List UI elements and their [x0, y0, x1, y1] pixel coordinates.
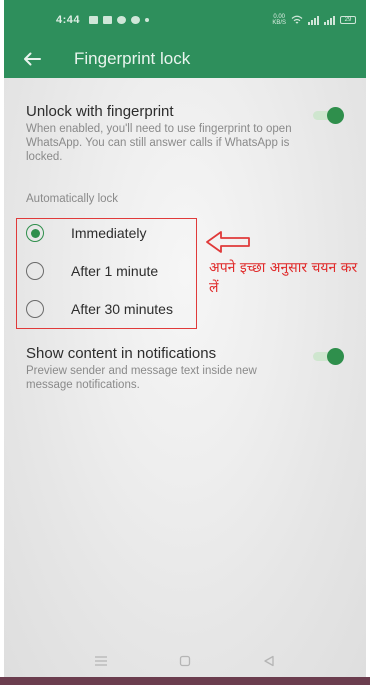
radio-label: After 1 minute [71, 263, 159, 279]
unlock-setting-description: When enabled, you'll need to use fingerp… [26, 123, 292, 163]
cloud-notification-icon [103, 16, 113, 24]
signal-icon [308, 15, 319, 25]
annotation-arrow-icon [206, 231, 250, 253]
battery-icon: 29 [340, 16, 356, 24]
radio-option-after-1-minute[interactable]: After 1 minute [26, 258, 158, 284]
page-title: Fingerprint lock [74, 49, 191, 68]
notifications-setting-title: Show content in notifications [26, 345, 217, 362]
auto-lock-section-label: Automatically lock [26, 193, 119, 205]
radio-unchecked-icon[interactable] [26, 300, 44, 318]
more-dot-icon [145, 18, 150, 22]
messenger-notification-icon [117, 16, 127, 24]
radio-unchecked-icon[interactable] [26, 262, 44, 280]
network-speed: 0.00 KB/S [272, 14, 286, 26]
radio-option-immediately[interactable]: Immediately [26, 220, 146, 246]
status-bar: 4:44 0.00 KB/S 29 [4, 0, 366, 40]
notifications-toggle[interactable] [313, 348, 344, 365]
network-speed-unit: KB/S [272, 20, 286, 26]
radio-checked-icon[interactable] [26, 224, 44, 242]
status-system-icons: 0.00 KB/S 29 [272, 14, 356, 26]
notifications-setting-description: Preview sender and message text inside n… [26, 365, 257, 391]
radio-label: After 30 minutes [71, 301, 173, 317]
arrow-left-icon [24, 52, 41, 66]
unlock-setting-title: Unlock with fingerprint [26, 103, 174, 120]
bottom-border [0, 677, 370, 685]
radio-label: Immediately [71, 225, 147, 241]
app-bar: Fingerprint lock [4, 40, 366, 78]
back-triangle-icon[interactable] [262, 655, 276, 667]
status-notification-icons [89, 16, 150, 24]
phone-screen: 4:44 0.00 KB/S 29 Fingerprint lock Unloc… [4, 0, 366, 680]
unlock-toggle[interactable] [313, 107, 344, 124]
toggle-thumb [327, 348, 344, 365]
annotation-text: अपने इच्छा अनुसार चयन कर लें [209, 260, 358, 296]
wifi-icon [291, 15, 303, 24]
radio-option-after-30-minutes[interactable]: After 30 minutes [26, 296, 173, 322]
system-nav-bar [4, 647, 366, 675]
home-square-icon[interactable] [178, 655, 192, 667]
signal-2-icon [324, 15, 335, 25]
menu-icon[interactable] [94, 655, 108, 667]
back-button[interactable] [4, 40, 60, 78]
gallery-notification-icon [89, 16, 99, 24]
instagram-notification-icon [131, 16, 141, 24]
toggle-thumb [327, 107, 344, 124]
status-time: 4:44 [56, 14, 81, 26]
